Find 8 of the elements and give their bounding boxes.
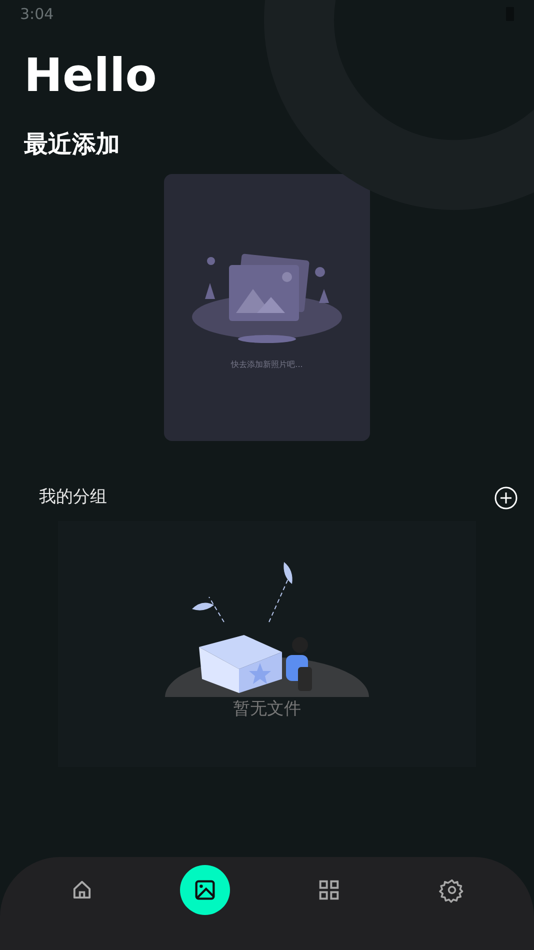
empty-hint: 快去添加新照片吧...: [231, 359, 303, 371]
status-time: 3:04: [20, 4, 54, 25]
settings-icon: [439, 877, 466, 903]
add-icon[interactable]: [494, 486, 518, 510]
empty-hint: 暂无文件: [233, 698, 301, 720]
section-title: 最近添加: [24, 129, 121, 160]
section-title: 我的分组: [39, 486, 107, 509]
greeting-title: Hello: [24, 52, 158, 98]
